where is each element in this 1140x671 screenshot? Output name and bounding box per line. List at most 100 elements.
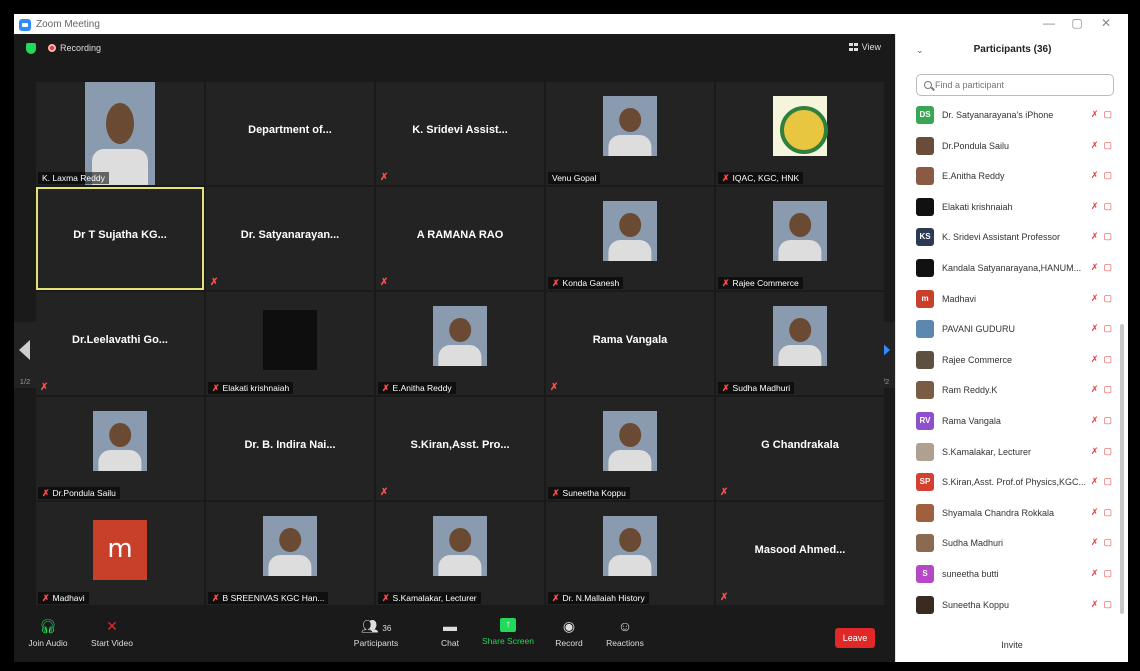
- video-tile[interactable]: ✗ Elakati krishnaiah: [206, 292, 374, 395]
- participant-name: PAVANI GUDURU: [942, 324, 1016, 335]
- mic-muted-icon: ✗: [1090, 598, 1099, 609]
- participant-search[interactable]: [916, 74, 1114, 96]
- participant-row[interactable]: Elakati krishnaiah ✗ ▢: [896, 192, 1118, 222]
- video-tile[interactable]: m ✗ Madhavi: [36, 502, 204, 605]
- video-tile[interactable]: A RAMANA RAO ✗: [376, 187, 544, 290]
- mic-and-video-off-icons: ✗ ▢: [1091, 568, 1112, 579]
- mic-muted-icon: ✗: [212, 383, 220, 393]
- video-tile[interactable]: S.Kiran,Asst. Pro... ✗: [376, 397, 544, 500]
- participant-row[interactable]: PAVANI GUDURU ✗ ▢: [896, 314, 1118, 344]
- security-shield-icon[interactable]: [26, 43, 36, 54]
- tile-participant-name: Dr T Sujatha KG...: [73, 229, 167, 241]
- video-tile[interactable]: ✗ Sudha Madhuri: [716, 292, 884, 395]
- video-tile[interactable]: ✗ Rajee Commerce: [716, 187, 884, 290]
- participant-row[interactable]: KS K. Sridevi Assistant Professor ✗ ▢: [896, 222, 1118, 252]
- video-tile[interactable]: ✗ Dr.Pondula Sailu: [36, 397, 204, 500]
- tile-name-label: ✗ S.Kamalakar, Lecturer: [378, 592, 481, 604]
- leave-button[interactable]: Leave: [835, 628, 875, 648]
- participant-name: S.Kiran,Asst. Prof.of Physics,KGC...: [942, 477, 1086, 488]
- participant-name: Kandala Satyanarayana,HANUM...: [942, 263, 1082, 273]
- video-tile[interactable]: ✗ Dr. N.Mallaiah History: [546, 502, 714, 605]
- participant-row[interactable]: Dr.Pondula Sailu ✗ ▢: [896, 131, 1118, 161]
- tile-name-label: ✗ Madhavi: [38, 592, 89, 604]
- participant-video-image: [603, 516, 657, 576]
- page-indicator-left: 1/2: [19, 377, 31, 386]
- video-tile[interactable]: ✗ S.Kamalakar, Lecturer: [376, 502, 544, 605]
- participant-name: suneetha butti: [942, 569, 999, 579]
- video-tile[interactable]: ✗ Suneetha Koppu: [546, 397, 714, 500]
- mic-muted-icon: ✗: [722, 173, 730, 183]
- join-audio-button[interactable]: 🎧︎ Join Audio: [28, 618, 68, 648]
- share-screen-button[interactable]: ↑ Share Screen: [482, 618, 534, 646]
- video-tile[interactable]: Dr T Sujatha KG...: [36, 187, 204, 290]
- video-tile[interactable]: Masood Ahmed... ✗: [716, 502, 884, 605]
- video-tile[interactable]: ✗ Konda Ganesh: [546, 187, 714, 290]
- participant-row[interactable]: Sudha Madhuri ✗ ▢: [896, 528, 1118, 558]
- tile-label-text: Venu Gopal: [552, 173, 597, 183]
- invite-button[interactable]: Invite: [896, 640, 1128, 650]
- mic-muted-icon: ✗: [552, 488, 560, 498]
- minimize-button[interactable]: —: [1039, 16, 1059, 30]
- previous-page-button[interactable]: 1/2: [14, 322, 36, 388]
- reactions-label: Reactions: [606, 638, 644, 648]
- recording-label[interactable]: Recording: [60, 43, 101, 53]
- video-tile[interactable]: ✗ IQAC, KGC, HNK: [716, 82, 884, 185]
- participant-row[interactable]: E.Anitha Reddy ✗ ▢: [896, 161, 1118, 191]
- participant-row[interactable]: m Madhavi ✗ ▢: [896, 284, 1118, 314]
- participant-video-image: [263, 516, 317, 576]
- headphones-icon: 🎧︎: [39, 618, 57, 634]
- video-off-icon: ▢: [1103, 537, 1112, 548]
- close-button[interactable]: ✕: [1096, 16, 1116, 30]
- participant-list-scrollbar[interactable]: [1120, 324, 1124, 614]
- mic-muted-icon: ✗: [380, 172, 389, 183]
- participant-name: Sudha Madhuri: [942, 538, 1004, 549]
- start-video-button[interactable]: ✕ Start Video: [90, 618, 134, 648]
- video-tile[interactable]: Venu Gopal: [546, 82, 714, 185]
- mic-muted-icon: ✗: [1090, 109, 1099, 119]
- participant-avatar: [916, 259, 934, 277]
- participant-row[interactable]: Shyamala Chandra Rokkala ✗ ▢: [896, 498, 1118, 528]
- video-tile[interactable]: Dr.Leelavathi Go... ✗: [36, 292, 204, 395]
- participant-row[interactable]: Rajee Commerce ✗ ▢: [896, 345, 1118, 375]
- video-tile[interactable]: G Chandrakala ✗: [716, 397, 884, 500]
- video-tile[interactable]: Dr. Satyanarayan... ✗: [206, 187, 374, 290]
- restore-button[interactable]: ▢: [1067, 16, 1087, 30]
- participants-button[interactable]: 👥︎ 36 Participants: [352, 618, 400, 648]
- participant-row[interactable]: Ram Reddy.K ✗ ▢: [896, 375, 1118, 405]
- arrow-left-icon: [19, 340, 30, 360]
- participant-row[interactable]: Suneetha Koppu ✗ ▢: [896, 590, 1118, 620]
- participant-avatar: [916, 442, 934, 461]
- tile-label-text: Suneetha Koppu: [562, 488, 626, 498]
- reactions-button[interactable]: ☺ Reactions: [604, 618, 646, 648]
- participant-search-input[interactable]: [935, 77, 1105, 93]
- record-button[interactable]: ◉ Record: [552, 618, 586, 648]
- chat-button[interactable]: ▬ Chat: [435, 618, 465, 648]
- video-tile[interactable]: K. Laxma Reddy: [36, 82, 204, 185]
- mic-muted-icon: ✗: [380, 277, 389, 288]
- participant-row[interactable]: DS Dr. Satyanarayana's iPhone ✗ ▢: [896, 100, 1118, 130]
- participant-row[interactable]: RV Rama Vangala ✗ ▢: [896, 406, 1118, 436]
- video-tile[interactable]: K. Sridevi Assist... ✗: [376, 82, 544, 185]
- mic-muted-icon: ✗: [1090, 323, 1099, 334]
- video-tile[interactable]: Dr. B. Indira Nai...: [206, 397, 374, 500]
- tile-participant-name: Rama Vangala: [592, 334, 668, 346]
- meeting-toolbar: 🎧︎ Join Audio ✕ Start Video 👥︎ 36 Partic…: [14, 612, 895, 662]
- participant-video-image: [773, 201, 827, 261]
- participant-row[interactable]: Ssuneetha butti ✗ ▢: [896, 559, 1118, 589]
- tile-participant-name: A RAMANA RAO: [416, 229, 504, 241]
- video-tile[interactable]: ✗ B SREENIVAS KGC Han...: [206, 502, 374, 605]
- video-off-icon: ▢: [1103, 231, 1112, 242]
- video-tile[interactable]: Department of...: [206, 82, 374, 185]
- video-tile[interactable]: ✗ E.Anitha Reddy: [376, 292, 544, 395]
- mic-muted-icon: ✗: [382, 383, 390, 393]
- tile-name-label: ✗ E.Anitha Reddy: [378, 382, 456, 394]
- view-button[interactable]: View: [848, 42, 881, 52]
- participant-name: Rama Vangala: [942, 416, 1001, 426]
- participant-row[interactable]: S.Kamalakar, Lecturer ✗ ▢: [896, 437, 1118, 467]
- video-tile[interactable]: Rama Vangala ✗: [546, 292, 714, 395]
- tile-name-label: ✗ Suneetha Koppu: [548, 487, 630, 499]
- participant-row[interactable]: Kandala Satyanarayana,HANUM... ✗ ▢: [896, 253, 1118, 283]
- participant-row[interactable]: SP S.Kiran,Asst. Prof.of Physics,KGC... ✗ …: [896, 467, 1118, 497]
- mic-muted-icon: ✗: [1090, 568, 1099, 578]
- tile-participant-name: Dr. Satyanarayan...: [240, 229, 340, 241]
